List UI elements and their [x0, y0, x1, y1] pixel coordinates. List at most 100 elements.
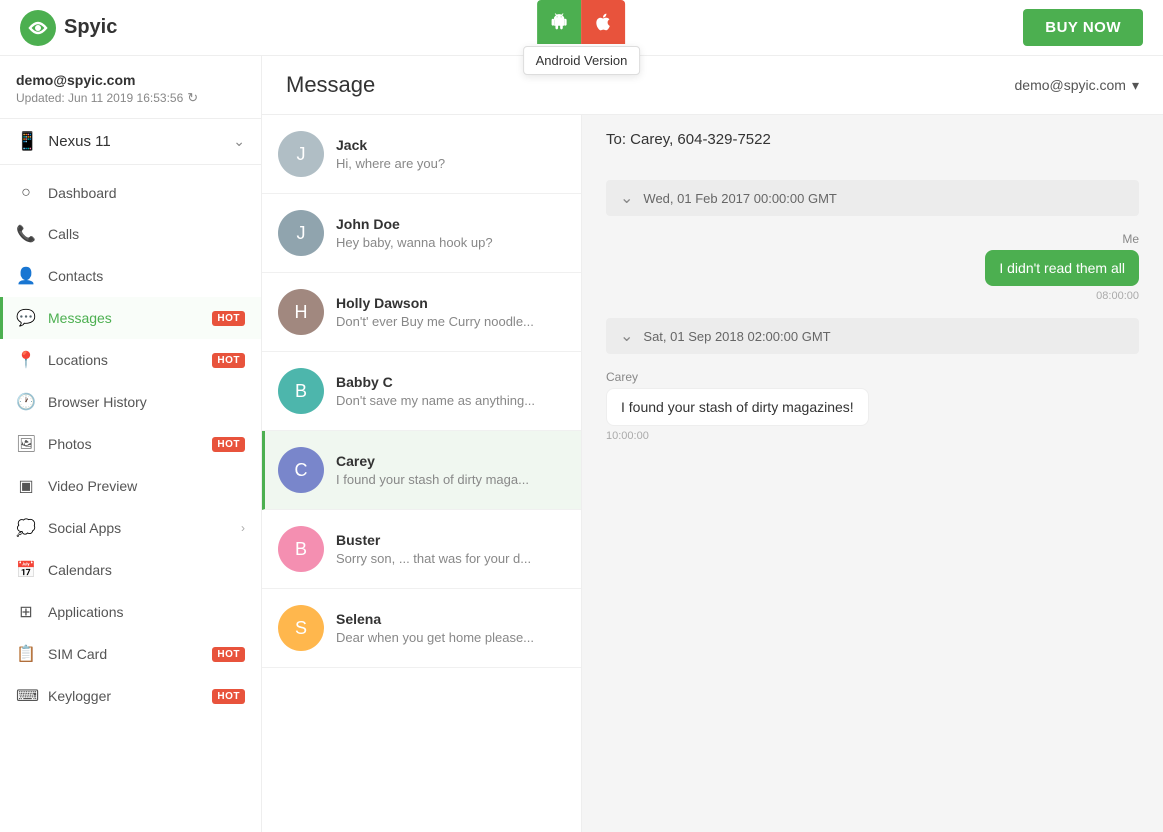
sidebar-item-sim-card[interactable]: 📋 SIM Card HOT: [0, 633, 261, 675]
message-bubble-me: I didn't read them all: [985, 250, 1139, 286]
applications-icon: ⊞: [16, 602, 36, 622]
sidebar-updated: Updated: Jun 11 2019 16:53:56 ↻: [16, 90, 245, 106]
browser-history-icon: 🕐: [16, 392, 36, 412]
contact-name: Buster: [336, 532, 565, 548]
sidebar-item-messages[interactable]: 💬 Messages HOT: [0, 297, 261, 339]
logo-icon: [20, 10, 56, 46]
message-row-me: Me I didn't read them all 08:00:00: [606, 232, 1139, 302]
contact-preview: Dear when you get home please...: [336, 630, 565, 645]
avatar: J: [278, 131, 324, 177]
account-email: demo@spyic.com: [1015, 77, 1126, 93]
avatar: J: [278, 210, 324, 256]
sidebar-label-locations: Locations: [48, 352, 200, 368]
main-header: Message demo@spyic.com ▾: [262, 56, 1163, 115]
contact-name: Holly Dawson: [336, 295, 565, 311]
contact-item[interactable]: SSelenaDear when you get home please...: [262, 589, 581, 668]
sidebar-nav: ○Dashboard📞Calls 👤 Contacts 💬 Messages HOT 📍 Lo…: [0, 165, 261, 832]
dashboard-icon: ○: [16, 184, 36, 202]
sidebar-item-calls[interactable]: 📞Calls: [0, 213, 261, 255]
contact-item[interactable]: J John Doe Hey baby, wanna hook up?: [262, 194, 581, 273]
hot-badge-locations: HOT: [212, 353, 245, 368]
sidebar-label-contacts: Contacts: [48, 268, 245, 284]
sidebar-item-photos[interactable]: 🖼 Photos HOT: [0, 423, 261, 465]
sidebar-item-browser-history[interactable]: 🕐 Browser History: [0, 381, 261, 423]
account-chevron-icon: ▾: [1132, 77, 1139, 94]
date-divider-1: ⌄ Wed, 01 Feb 2017 00:00:00 GMT: [606, 180, 1139, 216]
sidebar-label-photos: Photos: [48, 436, 200, 452]
sidebar-label-browser-history: Browser History: [48, 394, 245, 410]
logo-area: Spyic: [20, 10, 117, 46]
sidebar-item-applications[interactable]: ⊞ Applications: [0, 591, 261, 633]
message-sender-me: Me: [1122, 232, 1139, 246]
divider-chevron-icon-2: ⌄: [620, 326, 633, 346]
message-bubble-them: I found your stash of dirty magazines!: [606, 388, 869, 426]
hot-badge-keylogger: HOT: [212, 689, 245, 704]
contact-preview: Don't' ever Buy me Curry noodle...: [336, 314, 565, 329]
platform-toggles: Android Version: [523, 0, 641, 75]
contact-name: Jack: [336, 137, 565, 153]
chat-to-header: To: Carey, 604-329-7522: [582, 115, 1163, 164]
avatar: H: [278, 289, 324, 335]
avatar: C: [278, 447, 324, 493]
device-name: Nexus 11: [48, 133, 110, 150]
contact-name: Babby C: [336, 374, 565, 390]
sim-card-icon: 📋: [16, 644, 36, 664]
sidebar: demo@spyic.com Updated: Jun 11 2019 16:5…: [0, 56, 262, 832]
contact-name: Carey: [336, 453, 565, 469]
buy-now-button[interactable]: BUY NOW: [1023, 9, 1143, 46]
date-divider-2: ⌄ Sat, 01 Sep 2018 02:00:00 GMT: [606, 318, 1139, 354]
contact-preview: Hi, where are you?: [336, 156, 565, 171]
sidebar-label-keylogger: Keylogger: [48, 688, 200, 704]
main-area: Message demo@spyic.com ▾ J Jack Hi, where …: [262, 56, 1163, 832]
calls-icon: 📞: [16, 224, 36, 244]
social-apps-icon: 💭: [16, 518, 36, 538]
sidebar-label-calendars: Calendars: [48, 562, 245, 578]
message-content: J Jack Hi, where are you? J John Doe Hey baby…: [262, 115, 1163, 832]
sidebar-item-keylogger[interactable]: ⌨KeyloggerHOT: [0, 675, 261, 717]
hot-badge-photos: HOT: [212, 437, 245, 452]
message-sender-them: Carey: [606, 370, 638, 384]
contact-preview: Hey baby, wanna hook up?: [336, 235, 565, 250]
contact-preview: Don't save my name as anything...: [336, 393, 565, 408]
hot-badge-sim-card: HOT: [212, 647, 245, 662]
sidebar-item-video-preview[interactable]: ▣Video Preview: [0, 465, 261, 507]
messages-icon: 💬: [16, 308, 36, 328]
page-title: Message: [286, 72, 375, 98]
sidebar-item-social-apps[interactable]: 💭Social Apps›: [0, 507, 261, 549]
contact-item[interactable]: H Holly Dawson Don't' ever Buy me Curry no…: [262, 273, 581, 352]
android-toggle[interactable]: [538, 0, 582, 44]
device-chevron-icon: ⌄: [233, 133, 245, 150]
contact-item[interactable]: J Jack Hi, where are you?: [262, 115, 581, 194]
contact-item[interactable]: C Carey I found your stash of dirty maga..…: [262, 431, 581, 510]
chat-messages: ⌄ Wed, 01 Feb 2017 00:00:00 GMT Me I did…: [582, 164, 1163, 832]
contact-name: John Doe: [336, 216, 565, 232]
app-header: Spyic Android Version BUY NOW: [0, 0, 1163, 56]
sidebar-item-calendars[interactable]: 📅Calendars: [0, 549, 261, 591]
apple-icon: [594, 12, 614, 32]
contact-item[interactable]: B Babby C Don't save my name as anything..…: [262, 352, 581, 431]
sidebar-item-locations[interactable]: 📍 Locations HOT: [0, 339, 261, 381]
sidebar-label-video-preview: Video Preview: [48, 478, 245, 494]
sidebar-account: demo@spyic.com Updated: Jun 11 2019 16:5…: [0, 56, 261, 119]
sidebar-item-dashboard[interactable]: ○Dashboard: [0, 173, 261, 213]
sidebar-item-contacts[interactable]: 👤 Contacts: [0, 255, 261, 297]
contacts-icon: 👤: [16, 266, 36, 286]
avatar: B: [278, 368, 324, 414]
contact-item[interactable]: BBusterSorry son, ... that was for your …: [262, 510, 581, 589]
apple-toggle[interactable]: [582, 0, 626, 44]
device-selector[interactable]: 📱 Nexus 11 ⌄: [0, 119, 261, 165]
nav-arrow-social-apps: ›: [241, 521, 245, 535]
sidebar-label-messages: Messages: [48, 310, 200, 326]
sidebar-label-sim-card: SIM Card: [48, 646, 200, 662]
logo-text: Spyic: [64, 16, 117, 39]
contact-list: J Jack Hi, where are you? J John Doe Hey baby…: [262, 115, 582, 832]
locations-icon: 📍: [16, 350, 36, 370]
refresh-icon[interactable]: ↻: [187, 90, 198, 106]
photos-icon: 🖼: [16, 434, 36, 454]
hot-badge-messages: HOT: [212, 311, 245, 326]
account-dropdown[interactable]: demo@spyic.com ▾: [1015, 77, 1140, 94]
sidebar-label-applications: Applications: [48, 604, 245, 620]
message-row-them: Carey I found your stash of dirty magazi…: [606, 370, 1139, 442]
divider-chevron-icon: ⌄: [620, 188, 633, 208]
contact-preview: I found your stash of dirty maga...: [336, 472, 565, 487]
